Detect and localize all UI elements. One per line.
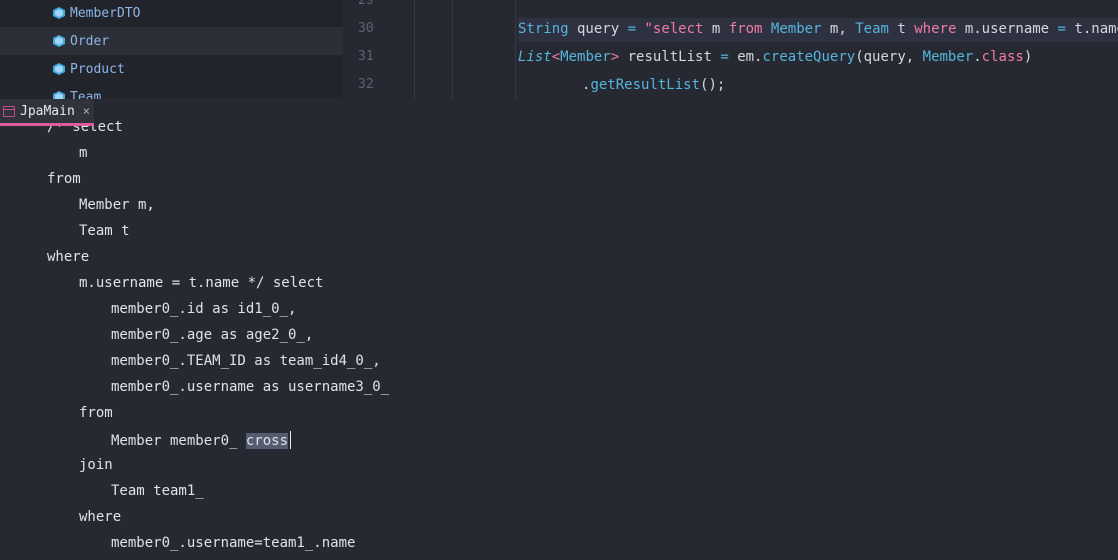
token-text: . xyxy=(973,49,982,65)
indent-guide xyxy=(452,0,453,99)
code-line-30: String query = "select m from Member m, … xyxy=(518,18,1118,42)
console-line: Team t xyxy=(79,223,130,239)
token-sql-operator: = xyxy=(1057,21,1066,37)
console-line: where xyxy=(79,509,122,525)
token-operator: = xyxy=(627,21,637,37)
token-sql-entity: Member xyxy=(762,21,822,37)
token-variable: query xyxy=(568,21,628,37)
token-text: (); xyxy=(700,77,726,93)
token-type: String xyxy=(518,21,569,37)
token-type: List xyxy=(518,49,552,65)
close-icon[interactable]: × xyxy=(83,104,90,118)
token-sql-keyword: select xyxy=(652,21,704,37)
token-sql-text: t.name xyxy=(1074,21,1118,37)
token-sql-text: m, xyxy=(821,21,856,37)
console-line: where xyxy=(47,249,90,265)
selected-text[interactable]: cross xyxy=(245,433,289,449)
run-console-output[interactable]: /* select m from Member m, Team t where … xyxy=(0,115,1118,560)
class-icon xyxy=(53,91,65,99)
token-sql-text: m xyxy=(703,21,729,37)
tree-item-label: Product xyxy=(70,61,125,77)
tree-item-label: Team xyxy=(70,89,102,100)
console-line: member0_.username as username3_0_ xyxy=(111,379,390,395)
tree-item-label: MemberDTO xyxy=(70,5,141,21)
tab-jpamain[interactable]: JpaMain × xyxy=(0,99,94,126)
line-number: 31 xyxy=(358,49,374,64)
token-sql-entity: Team xyxy=(855,21,889,37)
token-class: Member xyxy=(922,49,974,65)
run-config-icon xyxy=(3,105,15,117)
tree-item-memberdto[interactable]: MemberDTO xyxy=(0,0,343,27)
token-sql-text: m.username xyxy=(956,21,1058,37)
tree-item-team[interactable]: Team xyxy=(0,83,343,99)
token-sql-keyword: from xyxy=(728,21,763,37)
token-sql-keyword: where xyxy=(914,21,957,37)
tree-item-label: Order xyxy=(70,33,110,49)
token-text: ) xyxy=(1023,49,1033,65)
code-editor[interactable]: 29 30 31 32 String query = "select m fro… xyxy=(343,0,1118,99)
console-line-with-selection: Member member0_ cross xyxy=(111,431,292,449)
console-line: member0_.id as id1_0_, xyxy=(111,301,297,317)
class-icon xyxy=(53,63,65,75)
run-tool-window-tabs: JpaMain × xyxy=(0,99,1118,126)
console-line: Member m, xyxy=(79,197,155,213)
token-method: createQuery xyxy=(762,49,856,65)
token-bracket: > xyxy=(610,49,620,65)
indent-guide xyxy=(515,0,516,99)
tree-item-product[interactable]: Product xyxy=(0,55,343,83)
token-string: " xyxy=(636,21,653,37)
token-text: em. xyxy=(728,49,763,65)
token-bracket: < xyxy=(551,49,561,65)
console-line: member0_.username=team1_.name xyxy=(111,535,356,551)
console-line: from xyxy=(47,171,81,187)
class-icon xyxy=(53,35,65,47)
console-text: Member member0_ xyxy=(111,433,246,449)
line-number: 32 xyxy=(358,77,374,92)
console-line: m xyxy=(79,145,88,161)
top-split: MemberDTO Order Product Team 29 30 31 32… xyxy=(0,0,1118,99)
indent-guide xyxy=(414,0,415,99)
line-number: 30 xyxy=(358,21,374,36)
line-number: 29 xyxy=(358,0,374,8)
console-line: join xyxy=(79,457,113,473)
console-line: m.username = t.name */ select xyxy=(79,275,324,291)
token-sql-text: t xyxy=(888,21,915,37)
tab-label: JpaMain xyxy=(20,103,75,119)
console-line: member0_.age as age2_0_, xyxy=(111,327,314,343)
token-generic: Member xyxy=(560,49,611,65)
console-line: member0_.TEAM_ID as team_id4_0_, xyxy=(111,353,381,369)
code-line-31: List<Member> resultList = em.createQuery… xyxy=(518,46,1032,68)
token-keyword: class xyxy=(981,49,1024,65)
token-method: getResultList xyxy=(590,77,701,93)
token-operator: = xyxy=(720,49,729,65)
token-text: (query, xyxy=(855,49,923,65)
console-line: Team team1_ xyxy=(111,483,204,499)
tree-item-order[interactable]: Order xyxy=(0,27,343,55)
class-icon xyxy=(53,7,65,19)
text-caret xyxy=(290,431,292,449)
console-line: from xyxy=(79,405,113,421)
code-line-32: .getResultList(); xyxy=(582,74,725,96)
project-tree: MemberDTO Order Product Team xyxy=(0,0,343,99)
token-variable: resultList xyxy=(619,49,721,65)
